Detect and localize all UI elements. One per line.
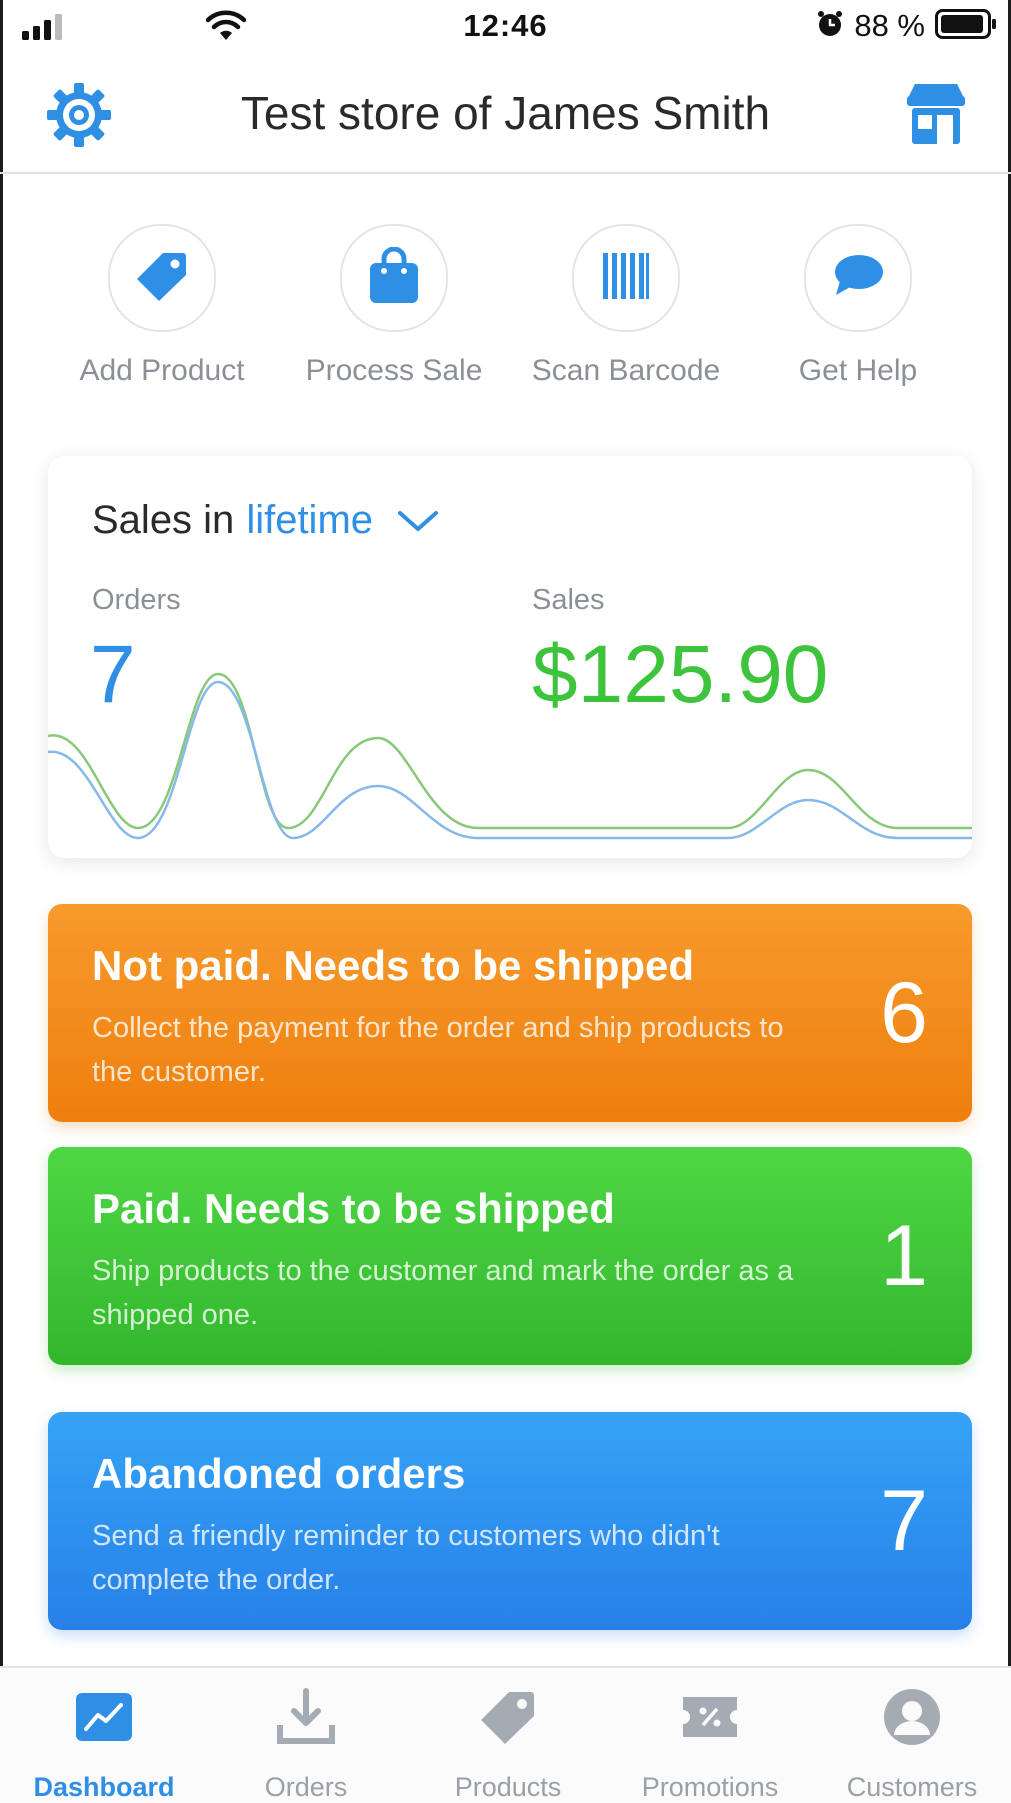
chat-bubble-icon: [832, 253, 884, 304]
scan-barcode-label: Scan Barcode: [531, 354, 721, 387]
tab-label: Products: [454, 1772, 562, 1802]
navigation-header: Test store of James Smith: [0, 56, 1011, 174]
tab-bar: Dashboard Orders Products Promotions Cus…: [0, 1666, 1011, 1802]
storefront-icon[interactable]: [903, 82, 969, 148]
barcode-icon: [601, 251, 651, 306]
get-help-button[interactable]: Get Help: [738, 224, 978, 388]
abandoned-orders-card[interactable]: Abandoned orders Send a friendly reminde…: [48, 1412, 972, 1630]
add-product-label: Add Product: [79, 354, 245, 387]
battery-icon: [935, 8, 997, 44]
tab-label: Customers: [846, 1772, 978, 1802]
chart-icon: [74, 1691, 134, 1748]
battery-percent: 88 %: [854, 8, 925, 43]
sales-period-value: lifetime: [246, 498, 374, 542]
process-sale-button[interactable]: Process Sale: [274, 224, 514, 388]
card-title: Paid. Needs to be shipped: [92, 1185, 615, 1232]
status-bar: 12:46 88 %: [0, 0, 1011, 56]
process-sale-label: Process Sale: [305, 354, 483, 387]
tab-customers[interactable]: Customers: [812, 1686, 1011, 1803]
tab-label: Promotions: [641, 1772, 779, 1802]
card-description: Send a friendly reminder to customers wh…: [92, 1520, 720, 1596]
add-product-button[interactable]: Add Product: [42, 224, 282, 388]
card-count: 7: [880, 1473, 928, 1569]
sales-label: Sales: [532, 584, 605, 616]
orders-line: [48, 680, 972, 840]
shopping-bag-icon: [368, 246, 420, 310]
alarm-icon: [816, 10, 844, 43]
tag-icon: [135, 249, 189, 308]
coupon-icon: [681, 1693, 739, 1746]
tag-icon: [479, 1688, 537, 1751]
tab-products[interactable]: Products: [408, 1686, 608, 1803]
download-icon: [276, 1687, 336, 1752]
tab-dashboard[interactable]: Dashboard: [4, 1686, 204, 1803]
orders-value: 7: [90, 629, 136, 720]
person-icon: [882, 1687, 942, 1752]
quick-actions: Add Product Process Sale Scan Barcode Ge…: [0, 224, 1011, 394]
card-title: Not paid. Needs to be shipped: [92, 942, 695, 989]
card-description: Ship products to the customer and mark t…: [92, 1255, 794, 1331]
tab-orders[interactable]: Orders: [206, 1686, 406, 1803]
store-title: Test store of James Smith: [240, 87, 771, 139]
orders-label: Orders: [92, 584, 181, 616]
chevron-down-icon: [397, 498, 439, 543]
not-paid-card[interactable]: Not paid. Needs to be shipped Collect th…: [48, 904, 972, 1122]
sales-line: [48, 672, 972, 830]
tab-label: Orders: [264, 1772, 348, 1802]
get-help-label: Get Help: [798, 354, 918, 387]
sales-title-prefix: Sales in: [92, 498, 235, 542]
scan-barcode-button[interactable]: Scan Barcode: [506, 224, 746, 388]
card-description: Collect the payment for the order and sh…: [92, 1012, 784, 1088]
sales-value: $125.90: [532, 629, 829, 720]
card-count: 6: [880, 965, 928, 1061]
paid-card[interactable]: Paid. Needs to be shipped Ship products …: [48, 1147, 972, 1365]
tab-label: Dashboard: [33, 1772, 175, 1802]
tab-promotions[interactable]: Promotions: [610, 1686, 810, 1803]
card-count: 1: [880, 1208, 928, 1304]
card-title: Abandoned orders: [92, 1450, 466, 1497]
sales-summary-card: Sales in lifetime Orders 7 Sales $125.90: [48, 456, 972, 858]
sales-period-selector[interactable]: Sales in lifetime: [92, 498, 439, 543]
